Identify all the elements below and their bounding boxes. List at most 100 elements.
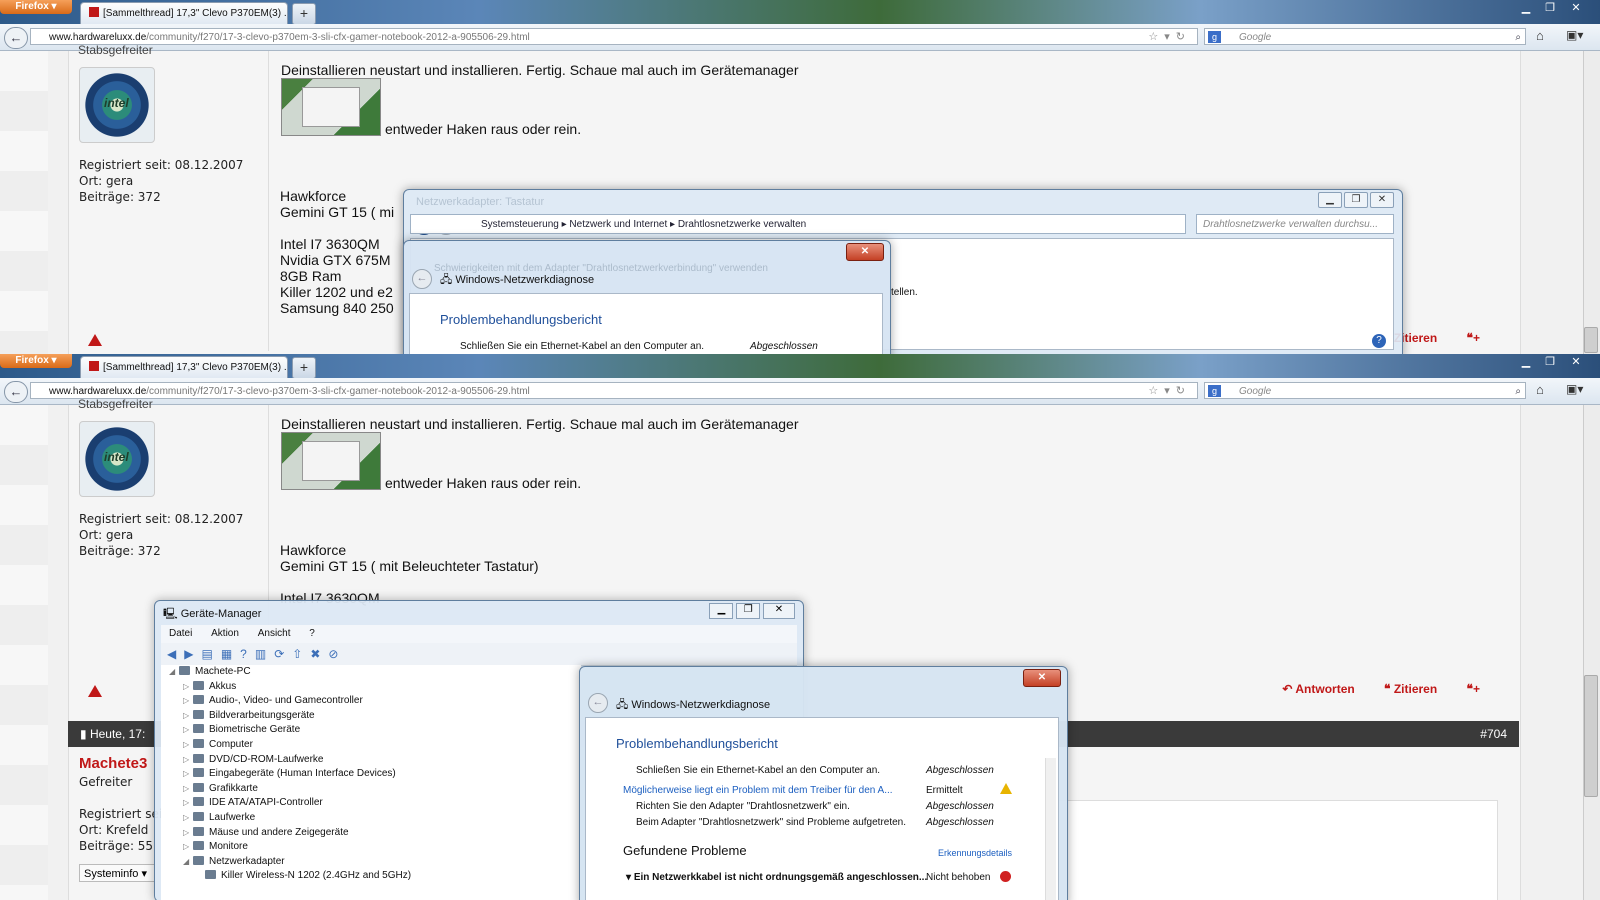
browser-titlebar: Firefox ▾ [Sammelthread] 17,3" Clevo P37…	[0, 0, 1600, 25]
url-bar[interactable]: www.hardwareluxx.de/community/f270/17-3-…	[30, 28, 1198, 45]
browser-tab[interactable]: [Sammelthread] 17,3" Clevo P370EM(3) ...	[80, 2, 288, 25]
window-title: 🖳 Geräte-Manager	[163, 608, 262, 620]
tree-item[interactable]: ▷ IDE ATA/ATAPI-Controller	[161, 796, 581, 811]
tree-item[interactable]: ▷ Akkus	[161, 680, 581, 695]
audio-icon	[193, 695, 204, 705]
forward-icon[interactable]: ▶	[184, 647, 201, 661]
close-icon[interactable]: ✕	[1370, 192, 1394, 208]
url-bar[interactable]: www.hardwareluxx.de/community/f270/17-3-…	[30, 382, 1198, 399]
tree-root[interactable]: ◢ Machete-PC	[161, 665, 581, 680]
tree-item[interactable]: ▷ Grafikkarte	[161, 782, 581, 797]
disable-icon[interactable]: ⊘	[328, 647, 346, 661]
firefox-menu-button[interactable]: Firefox ▾	[0, 354, 72, 368]
search-input[interactable]: g Google ⌕	[1204, 28, 1526, 45]
help-icon[interactable]: ?	[1372, 334, 1386, 348]
report-icon[interactable]	[88, 685, 102, 697]
tree-item[interactable]: ▷ Bildverarbeitungsgeräte	[161, 709, 581, 724]
tree-item[interactable]: ▷ Audio-, Video- und Gamecontroller	[161, 694, 581, 709]
properties-icon[interactable]: ▤	[201, 647, 220, 661]
close-button[interactable]: ✕	[1023, 667, 1061, 687]
search-input[interactable]: g Google ⌕	[1204, 382, 1526, 399]
browser-tab[interactable]: [Sammelthread] 17,3" Clevo P370EM(3) ...	[80, 356, 288, 379]
battery-icon	[193, 680, 204, 690]
new-tab-button[interactable]: +	[292, 357, 316, 379]
help-icon[interactable]: ?	[240, 647, 255, 661]
back-button[interactable]: ←	[4, 381, 28, 403]
bookmark-star-icon[interactable]: ☆▾↻	[1148, 383, 1191, 398]
driver-problem-link[interactable]: Möglicherweise liegt ein Problem mit dem…	[623, 785, 893, 796]
tree-item[interactable]: ▷ Monitore	[161, 840, 581, 855]
maximize-icon[interactable]: ❐	[1344, 192, 1368, 208]
search-icon[interactable]: ⌕	[1515, 29, 1521, 46]
back-icon[interactable]: ◀	[167, 647, 184, 661]
view-icon[interactable]: ▥	[255, 647, 274, 661]
quote-button[interactable]: ❝ Zitieren	[1384, 682, 1437, 696]
menu-ansicht[interactable]: Ansicht	[258, 628, 291, 639]
tree-item[interactable]: ▷ DVD/CD-ROM-Laufwerke	[161, 753, 581, 768]
home-icon[interactable]: ⌂	[1536, 28, 1544, 43]
avatar[interactable]: intel	[79, 67, 155, 143]
dialog-scrollbar[interactable]	[1045, 758, 1056, 900]
multiquote-button[interactable]: ❝+	[1467, 331, 1480, 345]
minimize-icon[interactable]: ▁	[1318, 192, 1342, 208]
menu-datei[interactable]: Datei	[169, 628, 192, 639]
avatar[interactable]: intel	[79, 421, 155, 497]
uninstall-icon[interactable]: ✖	[310, 647, 328, 661]
report-icon[interactable]	[88, 334, 102, 346]
back-button[interactable]: ←	[4, 27, 28, 49]
explorer-search-input[interactable]: Drahtlosnetzwerke verwalten durchsu...	[1196, 214, 1394, 234]
tree-item[interactable]: ▷ Eingabegeräte (Human Interface Devices)	[161, 767, 581, 782]
tree-item-child[interactable]: Killer Wireless-N 1202 (2.4GHz and 5GHz)	[161, 869, 581, 884]
close-icon[interactable]: ✕	[1566, 1, 1586, 14]
search-icon[interactable]: ⌕	[1515, 383, 1521, 400]
new-tab-button[interactable]: +	[292, 3, 316, 25]
scrollbar-thumb[interactable]	[1584, 327, 1598, 353]
minimize-icon[interactable]: ▁	[709, 603, 734, 619]
tree-item[interactable]: ▷ Biometrische Geräte	[161, 723, 581, 738]
post-image-thumbnail[interactable]	[281, 432, 381, 490]
update-driver-icon[interactable]: ⇧	[292, 647, 310, 661]
post-text: Deinstallieren neustart und installieren…	[281, 416, 799, 432]
post-number[interactable]: #704	[1480, 721, 1507, 747]
tree-item[interactable]: ▷ Computer	[161, 738, 581, 753]
scrollbar[interactable]	[1583, 405, 1600, 900]
minimize-icon[interactable]: ▁	[1516, 1, 1536, 14]
back-icon[interactable]: ←	[412, 269, 432, 289]
maximize-icon[interactable]: ❐	[736, 603, 761, 619]
bookmark-star-icon[interactable]: ☆▾↻	[1148, 29, 1191, 44]
breadcrumb[interactable]: Systemsteuerung ▸ Netzwerk und Internet …	[410, 214, 1186, 234]
found-problems-heading: Gefundene Probleme	[623, 843, 747, 858]
maximize-icon[interactable]: ❐	[1540, 355, 1560, 368]
tree-item[interactable]: ▷ Laufwerke	[161, 811, 581, 826]
tree-item[interactable]: ▷ Mäuse und andere Zeigegeräte	[161, 826, 581, 841]
sysinfo-dropdown[interactable]: Systeminfo ▾	[79, 864, 155, 882]
menu-help[interactable]: ?	[309, 628, 315, 639]
scrollbar-thumb[interactable]	[1584, 675, 1598, 797]
maximize-icon[interactable]: ❐	[1540, 1, 1560, 14]
window-controls: ▁ ❐ ✕	[709, 603, 795, 619]
menu-aktion[interactable]: Aktion	[211, 628, 239, 639]
back-icon[interactable]: ←	[588, 693, 608, 713]
extensions-icon[interactable]: ▣▾	[1566, 28, 1583, 42]
close-icon[interactable]: ✕	[1566, 355, 1586, 368]
details-link[interactable]: Erkennungsdetails	[938, 848, 1012, 858]
reply-button[interactable]: ↶ Antworten	[1282, 682, 1354, 696]
post-image-thumbnail[interactable]	[281, 78, 381, 136]
minimize-icon[interactable]: ▁	[1516, 355, 1536, 368]
device-manager-icon: 🖳	[163, 608, 178, 620]
list-icon[interactable]: ▦	[221, 647, 240, 661]
home-icon[interactable]: ⌂	[1536, 382, 1544, 397]
device-tree: ◢ Machete-PC ▷ Akkus ▷ Audio-, Video- und G…	[161, 665, 581, 900]
close-icon[interactable]: ✕	[763, 603, 795, 619]
extensions-icon[interactable]: ▣▾	[1566, 382, 1583, 396]
controller-icon	[193, 797, 204, 807]
tree-item[interactable]: ◢ Netzwerkadapter	[161, 855, 581, 870]
multiquote-button[interactable]: ❝+	[1467, 682, 1480, 696]
scrollbar[interactable]	[1583, 51, 1600, 354]
username[interactable]: Machete3	[79, 755, 147, 772]
close-button[interactable]: ✕	[846, 241, 884, 261]
firefox-menu-button[interactable]: Firefox ▾	[0, 0, 72, 14]
found-problem-row[interactable]: ▾ Ein Netzwerkkabel ist nicht ordnungsge…	[626, 872, 927, 883]
scan-icon[interactable]: ⟳	[274, 647, 292, 661]
user-rank: Stabsgefreiter	[78, 397, 153, 411]
